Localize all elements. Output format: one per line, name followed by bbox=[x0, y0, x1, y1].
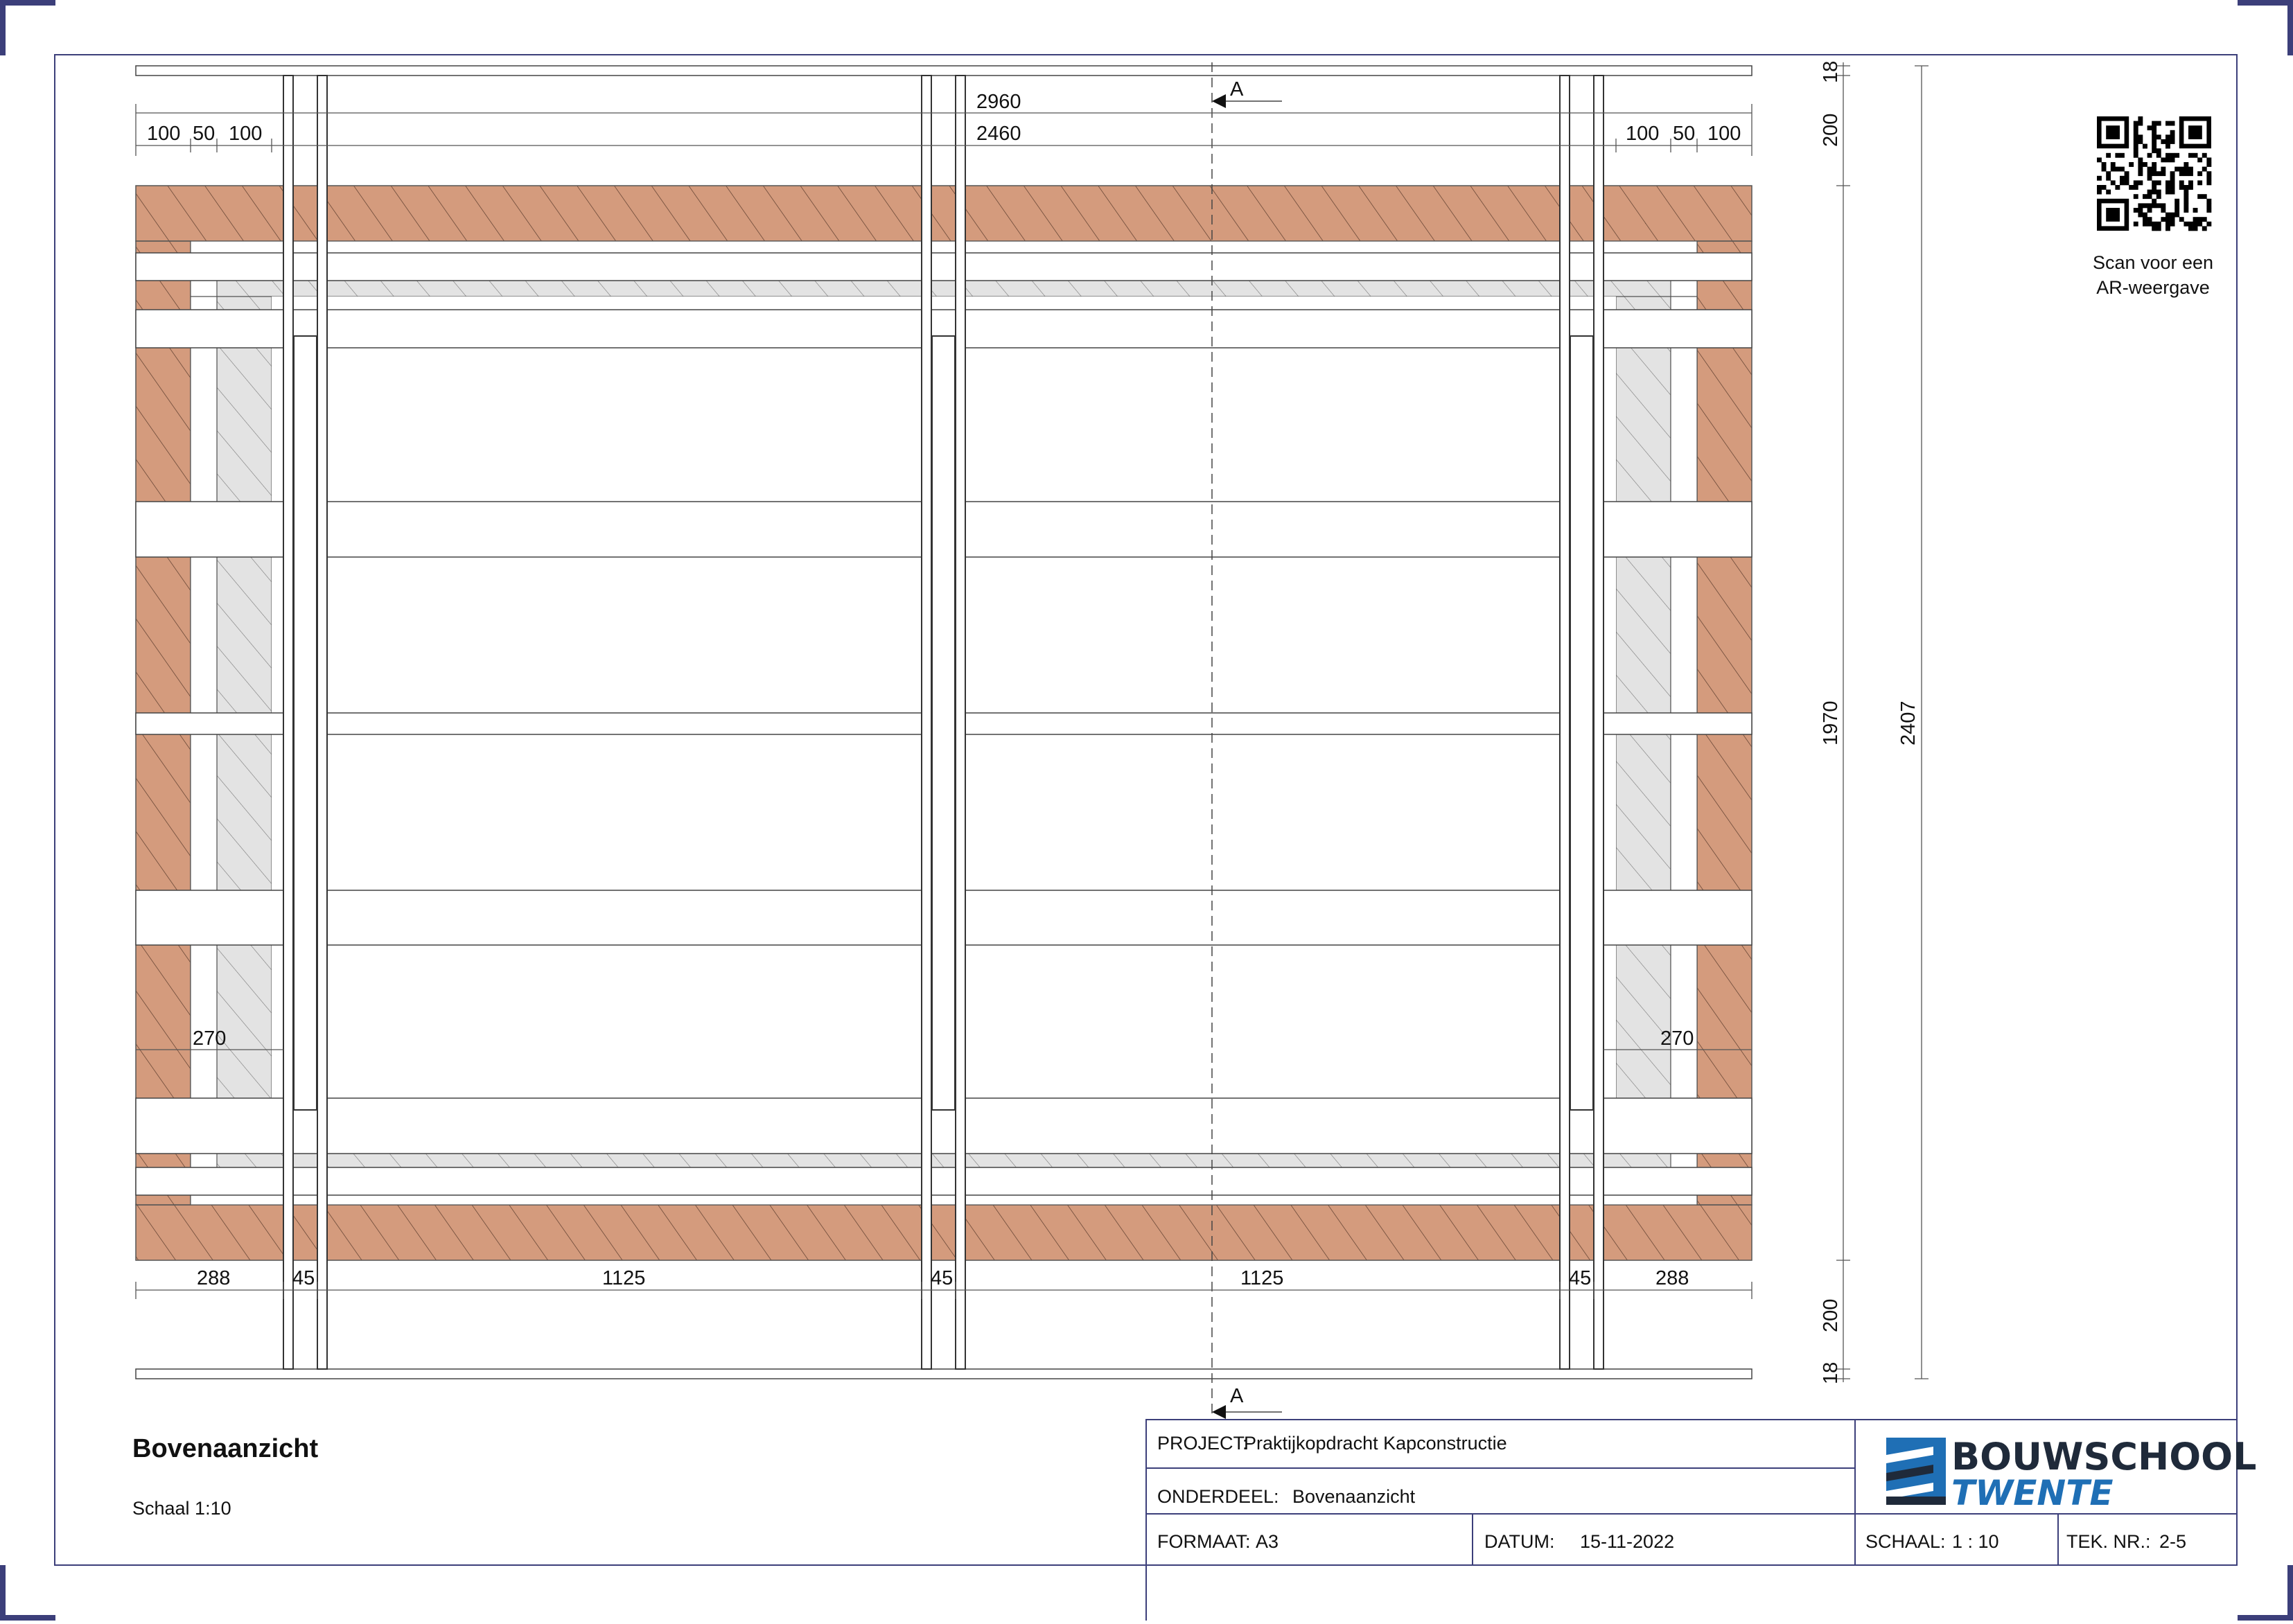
dim-right-270: 270 bbox=[1660, 1027, 1694, 1050]
drawing-title: Bovenaanzicht bbox=[132, 1434, 319, 1463]
dim-top-left-3: 100 bbox=[229, 123, 262, 145]
project-value: Praktijkopdracht Kapconstructie bbox=[1244, 1433, 1507, 1454]
ridge-board-top bbox=[135, 65, 1752, 76]
onderdeel-label: ONDERDEEL: bbox=[1157, 1486, 1279, 1507]
brick-band-top bbox=[135, 185, 1752, 242]
dim-top-right-3: 100 bbox=[1707, 123, 1741, 145]
formaat-label: FORMAAT: bbox=[1157, 1531, 1251, 1552]
section-label-bottom: A bbox=[1230, 1385, 1244, 1407]
section-label-top: A bbox=[1230, 78, 1244, 100]
datum-value: 15-11-2022 bbox=[1580, 1531, 1674, 1552]
drawing-scale: Schaal 1:10 bbox=[132, 1498, 231, 1519]
logo-line2: TWENTE bbox=[1951, 1473, 2114, 1513]
datum-label: DATUM: bbox=[1484, 1531, 1555, 1552]
project-label: PROJECT: bbox=[1157, 1433, 1248, 1454]
onderdeel-value: Bovenaanzicht bbox=[1292, 1486, 1416, 1507]
dim-bottom-4: 45 bbox=[931, 1267, 953, 1289]
ridge-board-bottom bbox=[135, 1368, 1752, 1379]
top-dimensions bbox=[135, 104, 1752, 156]
plan-view: A A bbox=[135, 62, 1752, 1419]
dim-bottom-1: 288 bbox=[197, 1267, 230, 1289]
dim-top-right-1: 100 bbox=[1626, 123, 1659, 145]
drawing-sheet: A A 2960 2460 100 50 100 100 50 100 270 … bbox=[0, 0, 2293, 1621]
section-arrow-top bbox=[1212, 94, 1226, 108]
dim-top-total: 2960 bbox=[976, 91, 1021, 113]
bouwschool-logo: BOUWSCHOOL TWENTE bbox=[1886, 1435, 2256, 1513]
dim-bottom-3: 1125 bbox=[602, 1267, 645, 1289]
dim-top-inner: 2460 bbox=[976, 123, 1021, 145]
logo-line1: BOUWSCHOOL bbox=[1951, 1435, 2256, 1479]
dim-right-2407: 2407 bbox=[1897, 700, 1919, 745]
dim-top-left-1: 100 bbox=[147, 123, 180, 145]
dim-bottom-6: 45 bbox=[1569, 1267, 1591, 1289]
teknr-value: 2-5 bbox=[2159, 1531, 2186, 1552]
qr-caption-line1: Scan voor een bbox=[2093, 252, 2213, 273]
schaal-value: 1 : 10 bbox=[1952, 1531, 1999, 1552]
qr-caption-line2: AR-weergave bbox=[2096, 277, 2210, 298]
qr-code-icon bbox=[2097, 116, 2212, 231]
drawing-canvas: A A 2960 2460 100 50 100 100 50 100 270 … bbox=[0, 0, 2293, 1621]
dim-right-18-top: 18 bbox=[1820, 61, 1842, 83]
dim-left-270: 270 bbox=[193, 1027, 226, 1050]
dim-bottom-5: 1125 bbox=[1240, 1267, 1283, 1289]
dim-right-200-bottom: 200 bbox=[1820, 1299, 1842, 1332]
teknr-label: TEK. NR.: bbox=[2066, 1531, 2151, 1552]
dim-bottom-7: 288 bbox=[1655, 1267, 1689, 1289]
dim-right-200-top: 200 bbox=[1820, 114, 1842, 147]
dim-top-right-2: 50 bbox=[1673, 123, 1695, 145]
dim-bottom-2: 45 bbox=[292, 1267, 315, 1289]
dim-right-18-bottom: 18 bbox=[1820, 1362, 1842, 1384]
dim-top-left-2: 50 bbox=[193, 123, 215, 145]
schaal-label: SCHAAL: bbox=[1865, 1531, 1946, 1552]
dim-right-1970: 1970 bbox=[1820, 700, 1842, 745]
building-logo-icon bbox=[1886, 1438, 1946, 1505]
brick-band-bottom bbox=[135, 1204, 1752, 1261]
section-arrow-bottom bbox=[1212, 1405, 1226, 1419]
formaat-value: A3 bbox=[1256, 1531, 1279, 1552]
